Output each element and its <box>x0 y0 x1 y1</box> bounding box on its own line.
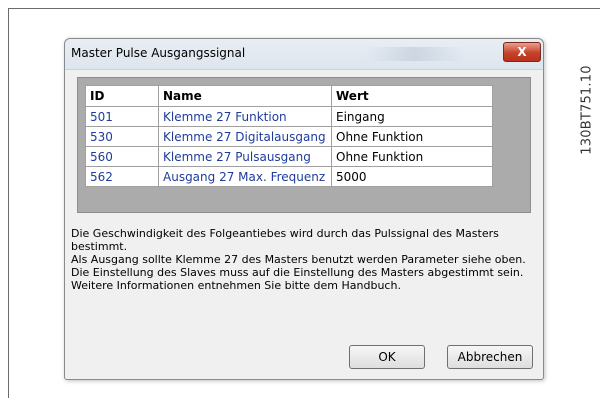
dialog-titlebar[interactable]: Master Pulse Ausgangssignal X <box>65 39 543 70</box>
frame-left-border <box>8 8 9 398</box>
table-row[interactable]: 530 Klemme 27 Digitalausgang Ohne Funkti… <box>85 126 493 147</box>
dialog-title: Master Pulse Ausgangssignal <box>71 46 246 60</box>
param-value[interactable]: 5000 <box>331 166 493 187</box>
close-button[interactable]: X <box>503 42 541 62</box>
description-line: Die Einstellung des Slaves muss auf die … <box>71 266 524 279</box>
column-header-wert[interactable]: Wert <box>331 85 493 107</box>
frame-top-border <box>8 8 600 9</box>
parameter-table-panel: ID Name Wert 501 Klemme 27 Funktion Eing… <box>77 77 531 213</box>
table-row[interactable]: 562 Ausgang 27 Max. Frequenz 5000 <box>85 166 493 187</box>
page-frame: 130BT751.10 Master Pulse Ausgangssignal … <box>8 8 600 398</box>
table-row[interactable]: 501 Klemme 27 Funktion Eingang <box>85 106 493 127</box>
param-name[interactable]: Klemme 27 Digitalausgang <box>158 126 332 147</box>
table-header-row: ID Name Wert <box>85 85 493 107</box>
param-id[interactable]: 501 <box>85 106 159 127</box>
description-line: Weitere Informationen entnehmen Sie bitt… <box>71 279 401 292</box>
figure-code: 130BT751.10 <box>574 40 600 180</box>
param-value[interactable]: Eingang <box>331 106 493 127</box>
param-name[interactable]: Ausgang 27 Max. Frequenz <box>158 166 332 187</box>
dialog-description: Die Geschwindigkeit des Folgeantiebes wi… <box>71 227 537 292</box>
param-name[interactable]: Klemme 27 Funktion <box>158 106 332 127</box>
titlebar-highlight <box>365 47 465 61</box>
table-row[interactable]: 560 Klemme 27 Pulsausgang Ohne Funktion <box>85 146 493 167</box>
figure-code-label: 130BT751.10 <box>579 65 595 155</box>
param-name[interactable]: Klemme 27 Pulsausgang <box>158 146 332 167</box>
column-header-id[interactable]: ID <box>85 85 159 107</box>
column-header-name[interactable]: Name <box>158 85 332 107</box>
parameter-table: ID Name Wert 501 Klemme 27 Funktion Eing… <box>85 85 493 187</box>
close-icon: X <box>517 45 527 59</box>
description-line: Die Geschwindigkeit des Folgeantiebes wi… <box>71 227 499 253</box>
param-id[interactable]: 560 <box>85 146 159 167</box>
param-value[interactable]: Ohne Funktion <box>331 146 493 167</box>
master-pulse-dialog: Master Pulse Ausgangssignal X ID Name We… <box>64 38 544 380</box>
param-id[interactable]: 530 <box>85 126 159 147</box>
ok-button[interactable]: OK <box>349 345 425 369</box>
param-id[interactable]: 562 <box>85 166 159 187</box>
param-value[interactable]: Ohne Funktion <box>331 126 493 147</box>
cancel-button[interactable]: Abbrechen <box>447 345 533 369</box>
description-line: Als Ausgang sollte Klemme 27 des Masters… <box>71 253 526 266</box>
